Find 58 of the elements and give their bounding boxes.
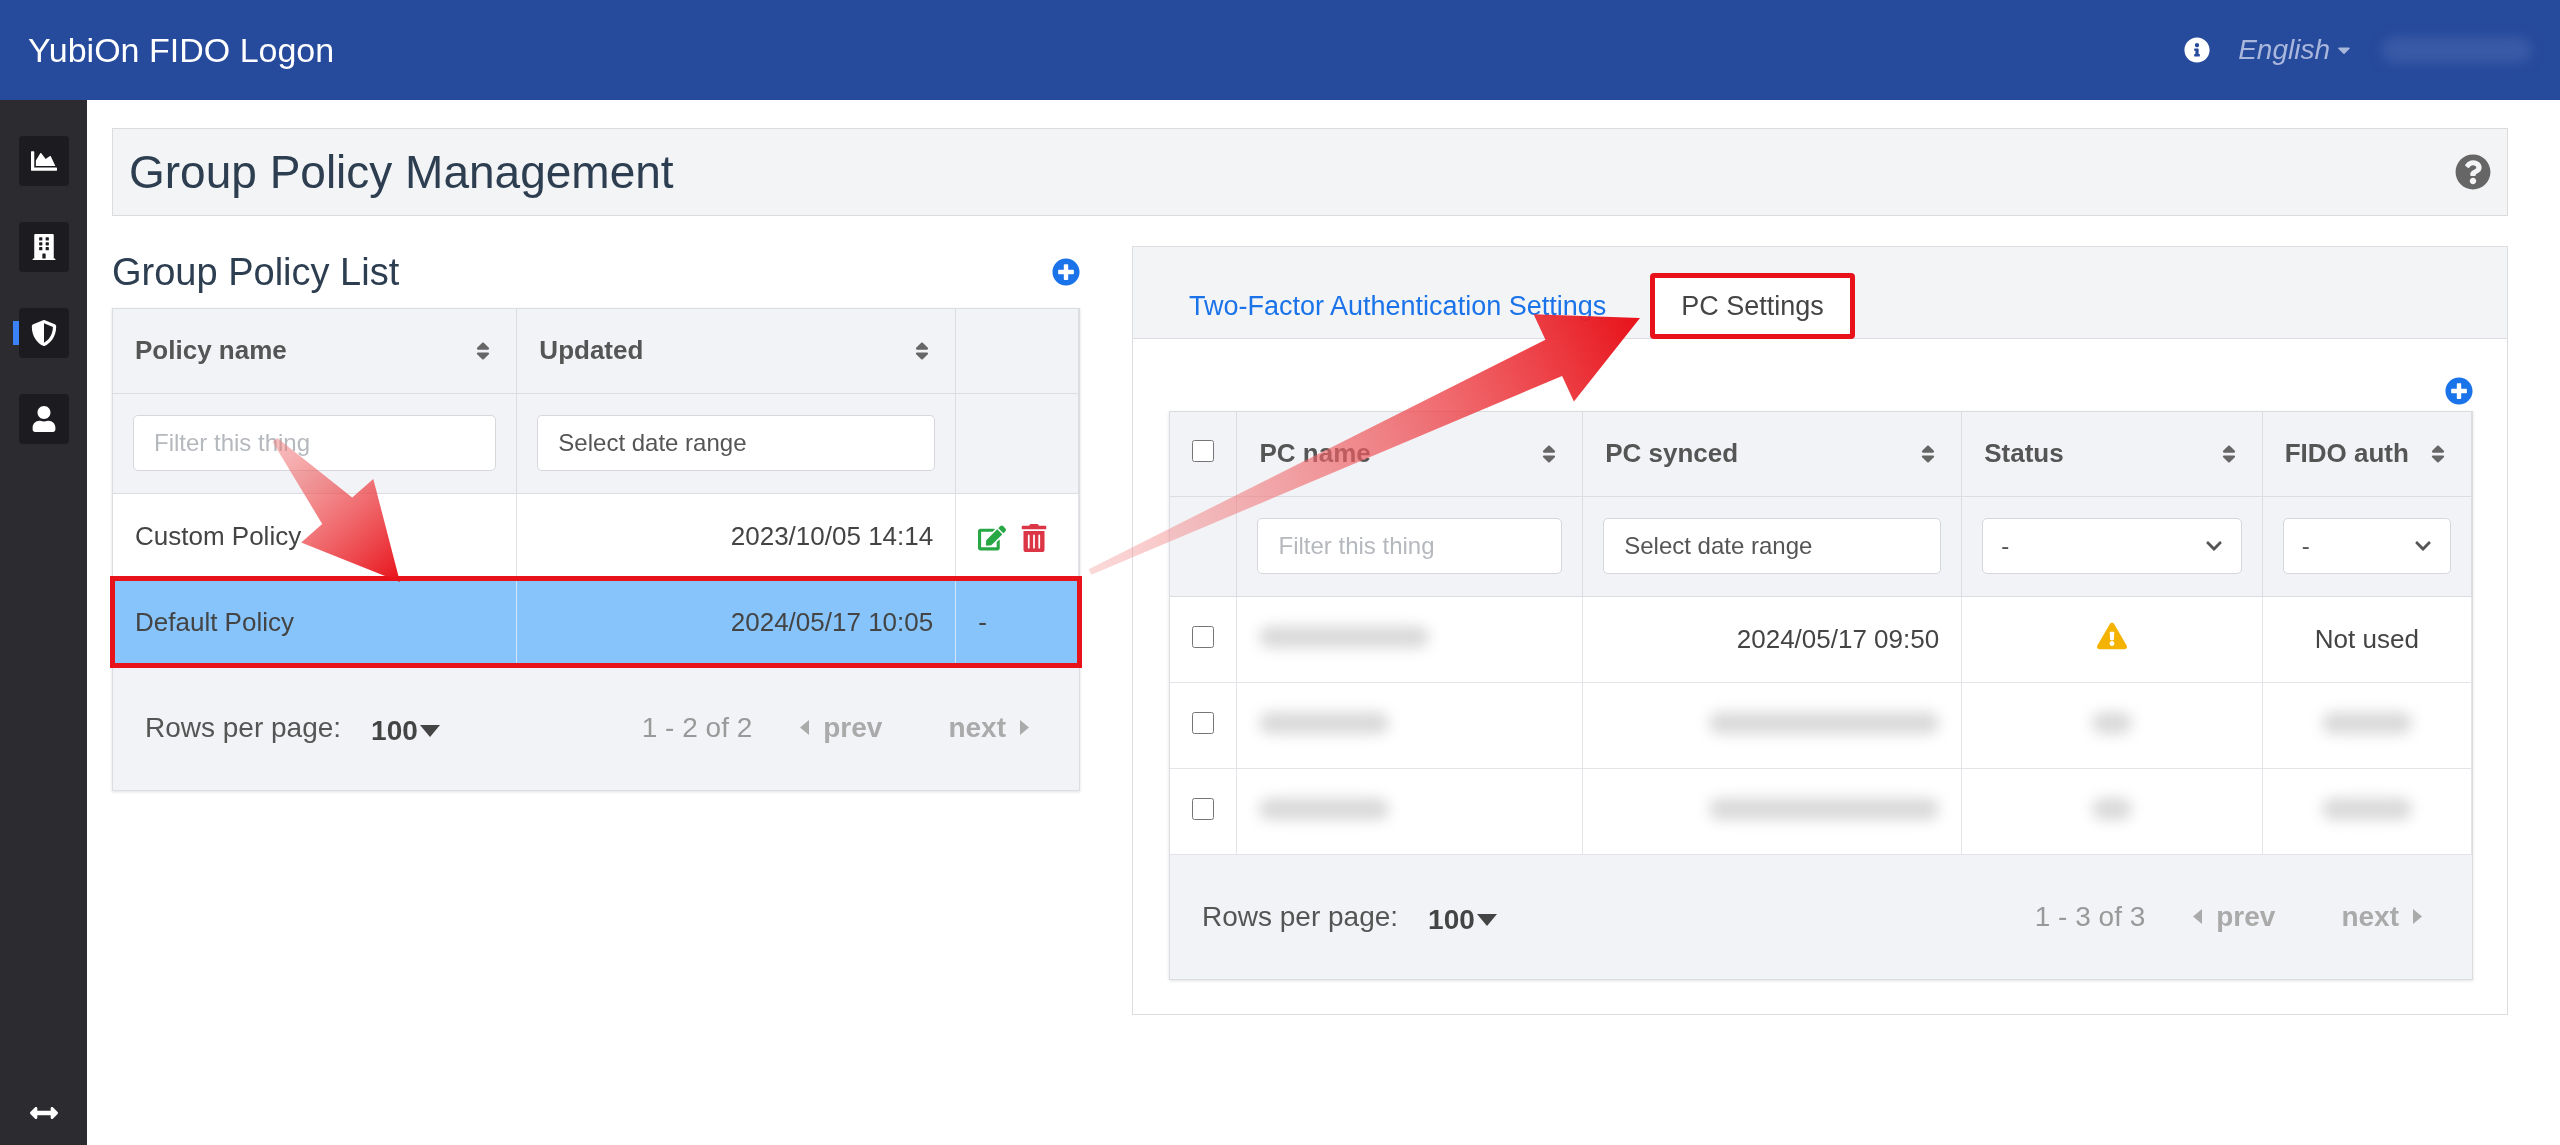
column-header[interactable]: Status	[1961, 412, 2263, 496]
caret-left-icon	[800, 720, 810, 735]
plus-icon	[1052, 258, 1080, 286]
table-cell: -	[955, 579, 1079, 665]
caret-left-icon	[2193, 909, 2203, 924]
add-button[interactable]	[2445, 377, 2473, 405]
shield-icon	[30, 320, 57, 346]
checkbox[interactable]	[1192, 625, 1214, 648]
building-icon	[30, 234, 57, 260]
sidebar-item[interactable]	[18, 222, 69, 272]
tab[interactable]: Two-Factor Authentication Settings	[1163, 273, 1633, 339]
table-cell: Default Policy	[113, 579, 517, 665]
rows-per-page-dropdown[interactable]: 100	[371, 714, 440, 747]
checkbox[interactable]	[1192, 440, 1214, 463]
add-button[interactable]	[1052, 258, 1080, 286]
language-dropdown[interactable]: English	[2238, 34, 2354, 66]
sidebar-item[interactable]	[18, 136, 69, 186]
rows-per-page-label: Rows per page:	[1202, 900, 1399, 933]
table-cell: Not used	[2262, 596, 2472, 682]
table-cell: 2024/05/17 09:50	[1582, 596, 1962, 682]
area-chart-icon	[30, 148, 57, 174]
caret-right-icon	[2413, 909, 2422, 924]
page-title: Group Policy Management	[129, 145, 674, 199]
select-field[interactable]: -	[2282, 518, 2451, 574]
caret-icon	[419, 724, 440, 737]
checkbox[interactable]	[1192, 797, 1214, 820]
page-range-text: 1 - 3 of 3	[2034, 900, 2146, 933]
sidebar-item[interactable]	[18, 394, 69, 444]
edit-icon[interactable]	[978, 523, 1007, 552]
section-title: Group Policy List	[112, 250, 400, 294]
caret-right-icon	[1020, 720, 1029, 735]
column-header[interactable]: FIDO auth	[2262, 412, 2472, 496]
rows-per-page-dropdown[interactable]: 100	[1428, 903, 1497, 936]
info-icon[interactable]	[2184, 37, 2211, 63]
filter-field[interactable]: Filter this thing	[133, 415, 497, 471]
trash-icon[interactable]	[1020, 523, 1049, 552]
checkbox[interactable]	[1192, 711, 1214, 734]
table-cell: 2024/05/17 10:05	[516, 579, 956, 665]
page-range-text: 1 - 2 of 2	[641, 711, 753, 744]
app-title: YubiOn FIDO Logon	[28, 30, 335, 70]
table-row[interactable]: Custom Policy 2023/10/05 14:14	[113, 493, 1079, 579]
plus-icon	[2445, 377, 2473, 405]
help-icon[interactable]	[2455, 154, 2491, 190]
tab[interactable]: PC Settings	[1650, 273, 1855, 339]
rows-per-page-label: Rows per page:	[145, 711, 342, 744]
redacted-icon	[2091, 797, 2132, 820]
table-cell: 2023/10/05 14:14	[516, 493, 956, 579]
column-header[interactable]: PC synced	[1582, 412, 1962, 496]
select-field[interactable]: -	[1982, 518, 2242, 574]
caret-icon	[1476, 913, 1497, 926]
date-range-field[interactable]: Select date range	[537, 415, 936, 471]
table-row[interactable]: Default Policy 2024/05/17 10:05 -	[113, 579, 1079, 665]
column-header[interactable]: Updated	[516, 309, 956, 393]
filter-field[interactable]: Filter this thing	[1257, 518, 1563, 574]
user-icon	[30, 406, 57, 432]
date-range-field[interactable]: Select date range	[1603, 518, 1942, 574]
column-header[interactable]: Policy name	[113, 309, 517, 393]
redacted-icon	[2091, 711, 2132, 734]
